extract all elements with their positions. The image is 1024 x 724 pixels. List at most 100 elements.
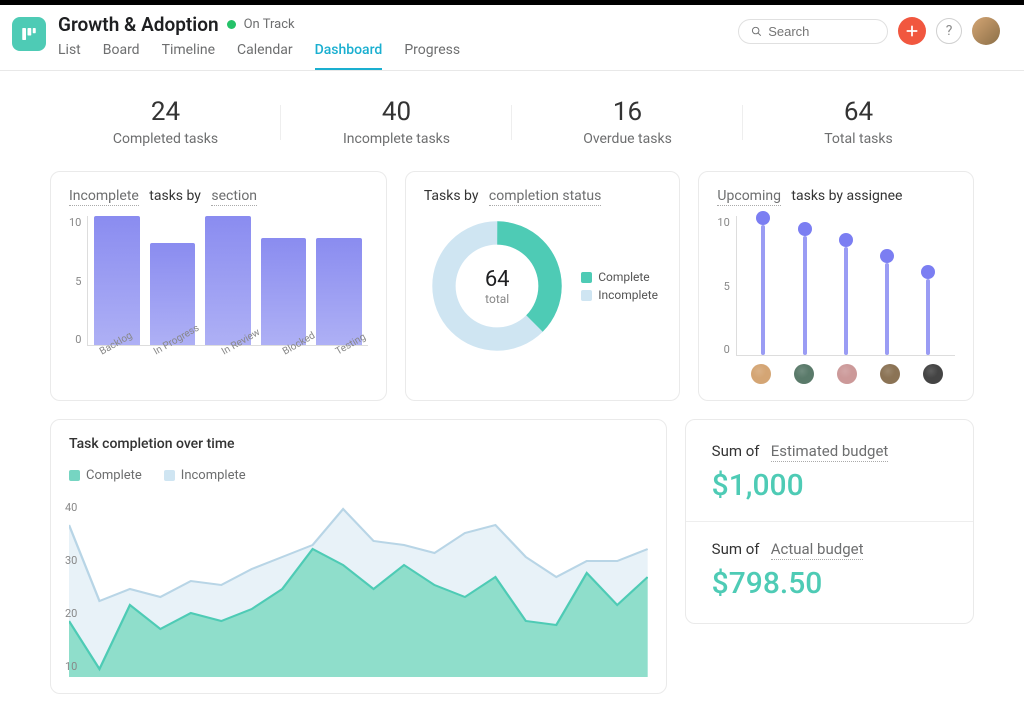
- stem: [885, 263, 889, 355]
- lollipop-chart: 10 5 0: [717, 216, 955, 356]
- stem: [926, 279, 930, 355]
- stat-incomplete[interactable]: 40 Incomplete tasks: [281, 97, 512, 147]
- lollipop-area: [736, 216, 955, 356]
- field-link[interactable]: Estimated budget: [771, 442, 889, 462]
- donut-value: 64: [485, 267, 510, 292]
- assignee-avatar[interactable]: [923, 364, 943, 384]
- legend-swatch-icon: [69, 470, 80, 481]
- card-completion-over-time: Task completion over time Complete Incom…: [50, 419, 667, 694]
- lollipop[interactable]: [921, 265, 935, 355]
- y-axis: 10 5 0: [717, 216, 735, 356]
- groupby-link[interactable]: completion status: [489, 188, 601, 206]
- stat-label: Completed tasks: [50, 131, 281, 147]
- tab-timeline[interactable]: Timeline: [162, 42, 215, 70]
- search-box[interactable]: [738, 19, 888, 44]
- actual-budget-value: $798.50: [712, 566, 947, 601]
- search-icon: [751, 25, 762, 38]
- area-legend: Complete Incomplete: [69, 464, 648, 487]
- stat-label: Overdue tasks: [512, 131, 743, 147]
- divider: [686, 521, 973, 522]
- assignee-avatar[interactable]: [880, 364, 900, 384]
- y-axis: 10 5 0: [69, 216, 87, 346]
- stem: [761, 225, 765, 355]
- lollipop[interactable]: [756, 211, 770, 355]
- donut-legend: Complete Incomplete: [581, 266, 658, 306]
- top-bar: Growth & Adoption On Track List Board Ti…: [0, 0, 1024, 71]
- groupby-link[interactable]: section: [211, 188, 257, 206]
- filter-link[interactable]: Upcoming: [717, 188, 781, 206]
- bar[interactable]: [94, 216, 139, 345]
- dot-icon: [798, 222, 812, 236]
- budget-column: Sum of Estimated budget $1,000 Sum of Ac…: [685, 419, 974, 694]
- tab-list[interactable]: List: [58, 42, 81, 70]
- plus-icon: [905, 24, 919, 38]
- dot-icon: [880, 249, 894, 263]
- legend-item: Complete: [581, 270, 658, 284]
- stat-value: 24: [50, 97, 281, 127]
- card-completion-status: Tasks by completion status 64 total: [405, 171, 681, 401]
- assignee-avatar[interactable]: [751, 364, 771, 384]
- field-link[interactable]: Actual budget: [771, 540, 864, 560]
- x-labels: BacklogIn ProgressIn ReviewBlockedTestin…: [91, 352, 368, 363]
- card-budget: Sum of Estimated budget $1,000 Sum of Ac…: [685, 419, 974, 624]
- help-button[interactable]: ?: [936, 18, 962, 44]
- bar[interactable]: [261, 238, 306, 346]
- stat-overdue[interactable]: 16 Overdue tasks: [512, 97, 743, 147]
- area-chart: 40 30 20 10: [69, 497, 648, 677]
- stat-value: 16: [512, 97, 743, 127]
- stat-total[interactable]: 64 Total tasks: [743, 97, 974, 147]
- tab-dashboard[interactable]: Dashboard: [315, 42, 383, 70]
- tab-progress[interactable]: Progress: [404, 42, 460, 70]
- stat-value: 40: [281, 97, 512, 127]
- status-text[interactable]: On Track: [244, 17, 295, 32]
- add-button[interactable]: [898, 17, 926, 45]
- dashboard-content: 24 Completed tasks 40 Incomplete tasks 1…: [0, 71, 1024, 724]
- assignee-avatar[interactable]: [794, 364, 814, 384]
- bars-area: [87, 216, 367, 346]
- assignee-avatars: [739, 364, 955, 384]
- legend-item: Complete: [69, 468, 142, 483]
- stem: [803, 236, 807, 355]
- stat-value: 64: [743, 97, 974, 127]
- stats-row: 24 Completed tasks 40 Incomplete tasks 1…: [50, 97, 974, 147]
- legend-item: Incomplete: [164, 468, 246, 483]
- assignee-avatar[interactable]: [837, 364, 857, 384]
- project-title: Growth & Adoption: [58, 13, 219, 36]
- dot-icon: [839, 233, 853, 247]
- donut-chart: 64 total: [427, 216, 567, 356]
- lollipop[interactable]: [880, 249, 894, 355]
- stat-completed[interactable]: 24 Completed tasks: [50, 97, 281, 147]
- user-avatar[interactable]: [972, 17, 1000, 45]
- stem: [844, 247, 848, 355]
- lollipop[interactable]: [839, 233, 853, 355]
- card-title: Tasks by completion status: [424, 188, 662, 204]
- filter-link[interactable]: Incomplete: [69, 188, 139, 206]
- lollipop[interactable]: [798, 222, 812, 355]
- status-dot-icon: [227, 20, 236, 29]
- card-upcoming-by-assignee: Upcoming tasks by assignee 10 5 0: [698, 171, 974, 401]
- top-actions: ?: [738, 17, 1000, 45]
- tab-calendar[interactable]: Calendar: [237, 42, 293, 70]
- dot-icon: [921, 265, 935, 279]
- budget-label: Sum of Estimated budget: [712, 442, 947, 460]
- card-title: Task completion over time: [69, 436, 648, 452]
- project-icon: [12, 17, 46, 51]
- dot-icon: [756, 211, 770, 225]
- card-incomplete-by-section: Incomplete tasks by section 10 5 0 Backl…: [50, 171, 387, 401]
- tab-board[interactable]: Board: [103, 42, 140, 70]
- cards-row-1: Incomplete tasks by section 10 5 0 Backl…: [50, 171, 974, 401]
- bar-chart: 10 5 0: [69, 216, 368, 346]
- legend-swatch-icon: [581, 290, 592, 301]
- budget-label: Sum of Actual budget: [712, 540, 947, 558]
- y-axis: 40 30 20 10: [65, 497, 77, 677]
- legend-swatch-icon: [581, 272, 592, 283]
- legend-swatch-icon: [164, 470, 175, 481]
- estimated-budget-value: $1,000: [712, 468, 947, 503]
- cards-row-2: Task completion over time Complete Incom…: [50, 419, 974, 694]
- bar[interactable]: [205, 216, 250, 345]
- stat-label: Incomplete tasks: [281, 131, 512, 147]
- project-tabs: List Board Timeline Calendar Dashboard P…: [58, 42, 738, 70]
- card-title: Upcoming tasks by assignee: [717, 188, 955, 204]
- search-input[interactable]: [768, 24, 875, 39]
- bar[interactable]: [316, 238, 361, 346]
